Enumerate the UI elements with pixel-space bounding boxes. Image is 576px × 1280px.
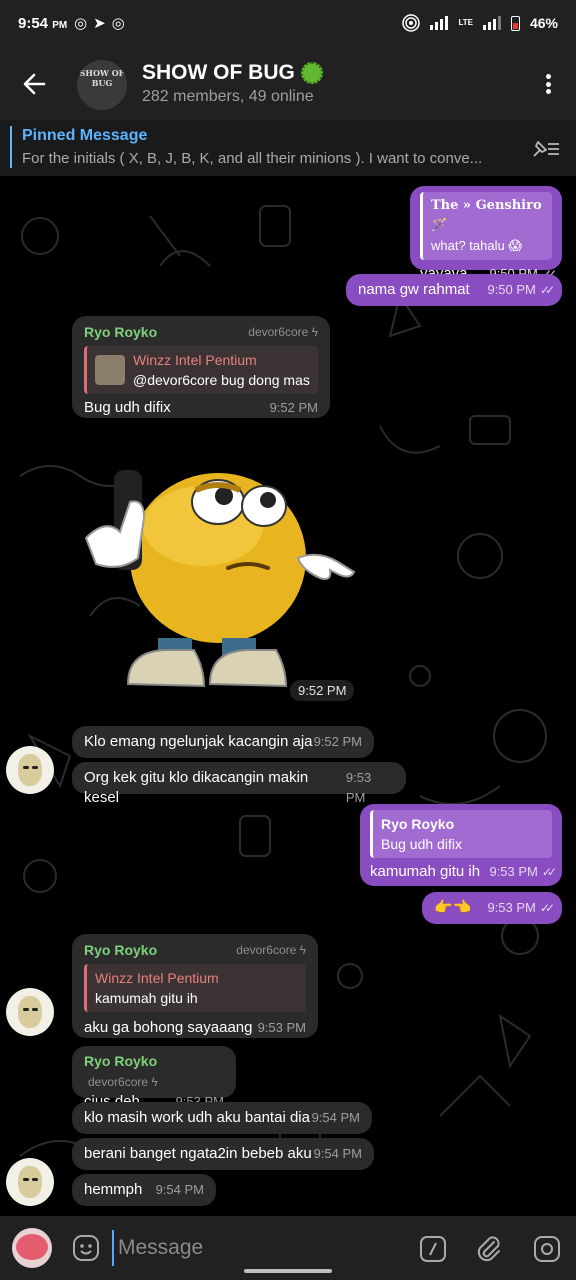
- reply-preview[interactable]: Winzz Intel Pentium @devor6core bug dong…: [84, 346, 318, 394]
- virus-emoji-icon: [300, 62, 323, 84]
- message-input[interactable]: [112, 1230, 392, 1266]
- sender-avatar[interactable]: [6, 988, 54, 1036]
- message-outgoing[interactable]: nama gw rahmat 9:50 PM ✓✓: [346, 274, 562, 306]
- message-text: hemmph: [84, 1181, 143, 1198]
- back-button[interactable]: [14, 66, 54, 102]
- message-incoming[interactable]: Org kek gitu klo dikacangin makin kesel …: [72, 762, 406, 806]
- pinned-label: Pinned Message: [22, 127, 148, 144]
- hotspot-icon: [402, 14, 421, 32]
- read-ticks-icon: ✓✓: [539, 283, 555, 297]
- send-as-avatar[interactable]: [12, 1228, 52, 1268]
- reply-preview[interactable]: Ryo Royko Bug udh difix: [370, 810, 552, 858]
- signal-icon-2: [482, 16, 501, 30]
- group-avatar[interactable]: SHOW OF BUG: [77, 60, 127, 110]
- message-sender[interactable]: Ryo Royko: [84, 940, 157, 960]
- status-bar: 9:54 PM ◎➤◎ LTE 46%: [0, 0, 576, 48]
- pinned-indicator: [10, 126, 12, 168]
- network-type: LTE: [458, 18, 473, 27]
- emoji-icon[interactable]: [72, 1234, 100, 1262]
- reply-text: kamumah gitu ih: [95, 990, 198, 1006]
- status-time: 9:54 PM: [18, 15, 68, 32]
- chat-subtitle: 282 members, 49 online: [142, 88, 314, 105]
- reply-text: Bug udh difix: [381, 836, 462, 852]
- message-text: nama gw rahmat: [358, 281, 470, 298]
- message-time: 9:50 PM✓✓: [487, 282, 555, 297]
- message-incoming[interactable]: Ryo Royko devor6core ϟ cius deh 9:53 PM: [72, 1046, 236, 1110]
- message-time: 9:54 PM: [311, 1110, 360, 1125]
- message-time: 9:53 PM ✓✓: [487, 900, 555, 915]
- message-text: 👉👈: [434, 899, 472, 916]
- reply-sender: Winzz Intel Pentium: [133, 352, 257, 368]
- message-text: kamumah gitu ih: [370, 863, 481, 880]
- read-ticks-icon: ✓✓: [541, 865, 557, 879]
- message-text: berani banget ngata2in bebeb aku: [84, 1145, 312, 1162]
- battery-icon: [510, 15, 520, 31]
- signal-icon: [430, 16, 449, 30]
- bot-commands-icon[interactable]: [418, 1234, 448, 1264]
- message-time: 9:54 PM: [155, 1182, 204, 1197]
- sticker-time: 9:52 PM: [290, 680, 355, 701]
- battery-level: 46%: [529, 15, 558, 31]
- message-incoming[interactable]: Ryo Royko devor6core ϟ Winzz Intel Penti…: [72, 316, 330, 418]
- message-text: Org kek gitu klo dikacangin makin kesel: [84, 769, 309, 806]
- emoji-sticker[interactable]: [78, 446, 368, 706]
- reply-text: what? tahalu 😱: [431, 238, 522, 253]
- message-outgoing[interactable]: 𝐓𝐡𝐞 » 𝐆𝐞𝐧𝐬𝐡𝐢𝐫𝐨 🪄 what? tahalu 😱 yayaya 9…: [410, 186, 562, 282]
- message-time: 9:54 PM: [313, 1146, 362, 1161]
- pinned-message-bar[interactable]: Pinned Message For the initials ( X, B, …: [0, 120, 576, 176]
- reply-sender: Ryo Royko: [381, 816, 455, 832]
- gesture-nav-bar[interactable]: [244, 1269, 332, 1273]
- camera-icon[interactable]: [532, 1234, 562, 1264]
- reply-preview[interactable]: 𝐓𝐡𝐞 » 𝐆𝐞𝐧𝐬𝐡𝐢𝐫𝐨 🪄 what? tahalu 😱: [420, 192, 552, 260]
- message-time: 9:52 PM: [269, 400, 318, 415]
- pinned-text: For the initials ( X, B, J, B, K, and al…: [22, 150, 483, 167]
- message-time: 9:53 PM: [257, 1020, 306, 1035]
- message-via: devor6core ϟ: [236, 943, 306, 957]
- chat-title-text: SHOW OF BUG: [142, 61, 295, 84]
- pinned-list-icon[interactable]: [530, 136, 562, 160]
- message-text: Klo emang ngelunjak kacangin aja: [84, 733, 313, 750]
- message-via: devor6core ϟ: [88, 1075, 158, 1089]
- chat-title[interactable]: SHOW OF BUG: [142, 61, 323, 85]
- more-menu-button[interactable]: [536, 68, 560, 100]
- notification-icons: ◎➤◎: [74, 15, 131, 32]
- message-time: 9:52 PM: [313, 734, 362, 749]
- message-time: 9:53 PM ✓✓: [489, 864, 557, 879]
- sender-avatar[interactable]: [6, 1158, 54, 1206]
- message-incoming[interactable]: berani banget ngata2in bebeb aku 9:54 PM: [72, 1138, 374, 1170]
- message-sender[interactable]: Ryo Royko: [84, 322, 157, 342]
- reply-text: @devor6core bug dong mas: [133, 372, 310, 388]
- message-incoming[interactable]: klo masih work udh aku bantai dia 9:54 P…: [72, 1102, 372, 1134]
- message-sender[interactable]: Ryo Royko: [84, 1053, 157, 1069]
- chat-header: SHOW OF BUG SHOW OF BUG 282 members, 49 …: [0, 48, 576, 120]
- reply-sender: Winzz Intel Pentium: [95, 970, 219, 986]
- reply-sender: 𝐓𝐡𝐞 » 𝐆𝐞𝐧𝐬𝐡𝐢𝐫𝐨 🪄: [431, 198, 542, 233]
- message-incoming[interactable]: Klo emang ngelunjak kacangin aja 9:52 PM: [72, 726, 374, 758]
- sender-avatar[interactable]: [6, 746, 54, 794]
- reply-preview[interactable]: Winzz Intel Pentium kamumah gitu ih: [84, 964, 306, 1012]
- message-incoming[interactable]: Ryo Royko devor6core ϟ Winzz Intel Penti…: [72, 934, 318, 1038]
- message-incoming[interactable]: hemmph 9:54 PM: [72, 1174, 216, 1206]
- message-text: klo masih work udh aku bantai dia: [84, 1109, 310, 1126]
- attach-icon[interactable]: [474, 1234, 504, 1264]
- reply-thumbnail: [95, 355, 125, 385]
- read-ticks-icon: ✓✓: [539, 901, 555, 915]
- message-list[interactable]: 𝐓𝐡𝐞 » 𝐆𝐞𝐧𝐬𝐡𝐢𝐫𝐨 🪄 what? tahalu 😱 yayaya 9…: [0, 176, 576, 1216]
- status-right: LTE 46%: [402, 14, 558, 32]
- message-text: Bug udh difix: [84, 399, 171, 416]
- message-time: 9:53 PM: [345, 770, 372, 805]
- message-text: aku ga bohong sayaaang: [84, 1019, 253, 1036]
- group-avatar-text: SHOW OF BUG: [79, 68, 125, 88]
- message-outgoing[interactable]: Ryo Royko Bug udh difix kamumah gitu ih …: [360, 804, 562, 886]
- arrow-left-icon: [23, 73, 46, 95]
- message-via: devor6core ϟ: [248, 325, 318, 339]
- message-outgoing[interactable]: 👉👈 9:53 PM ✓✓: [422, 892, 562, 924]
